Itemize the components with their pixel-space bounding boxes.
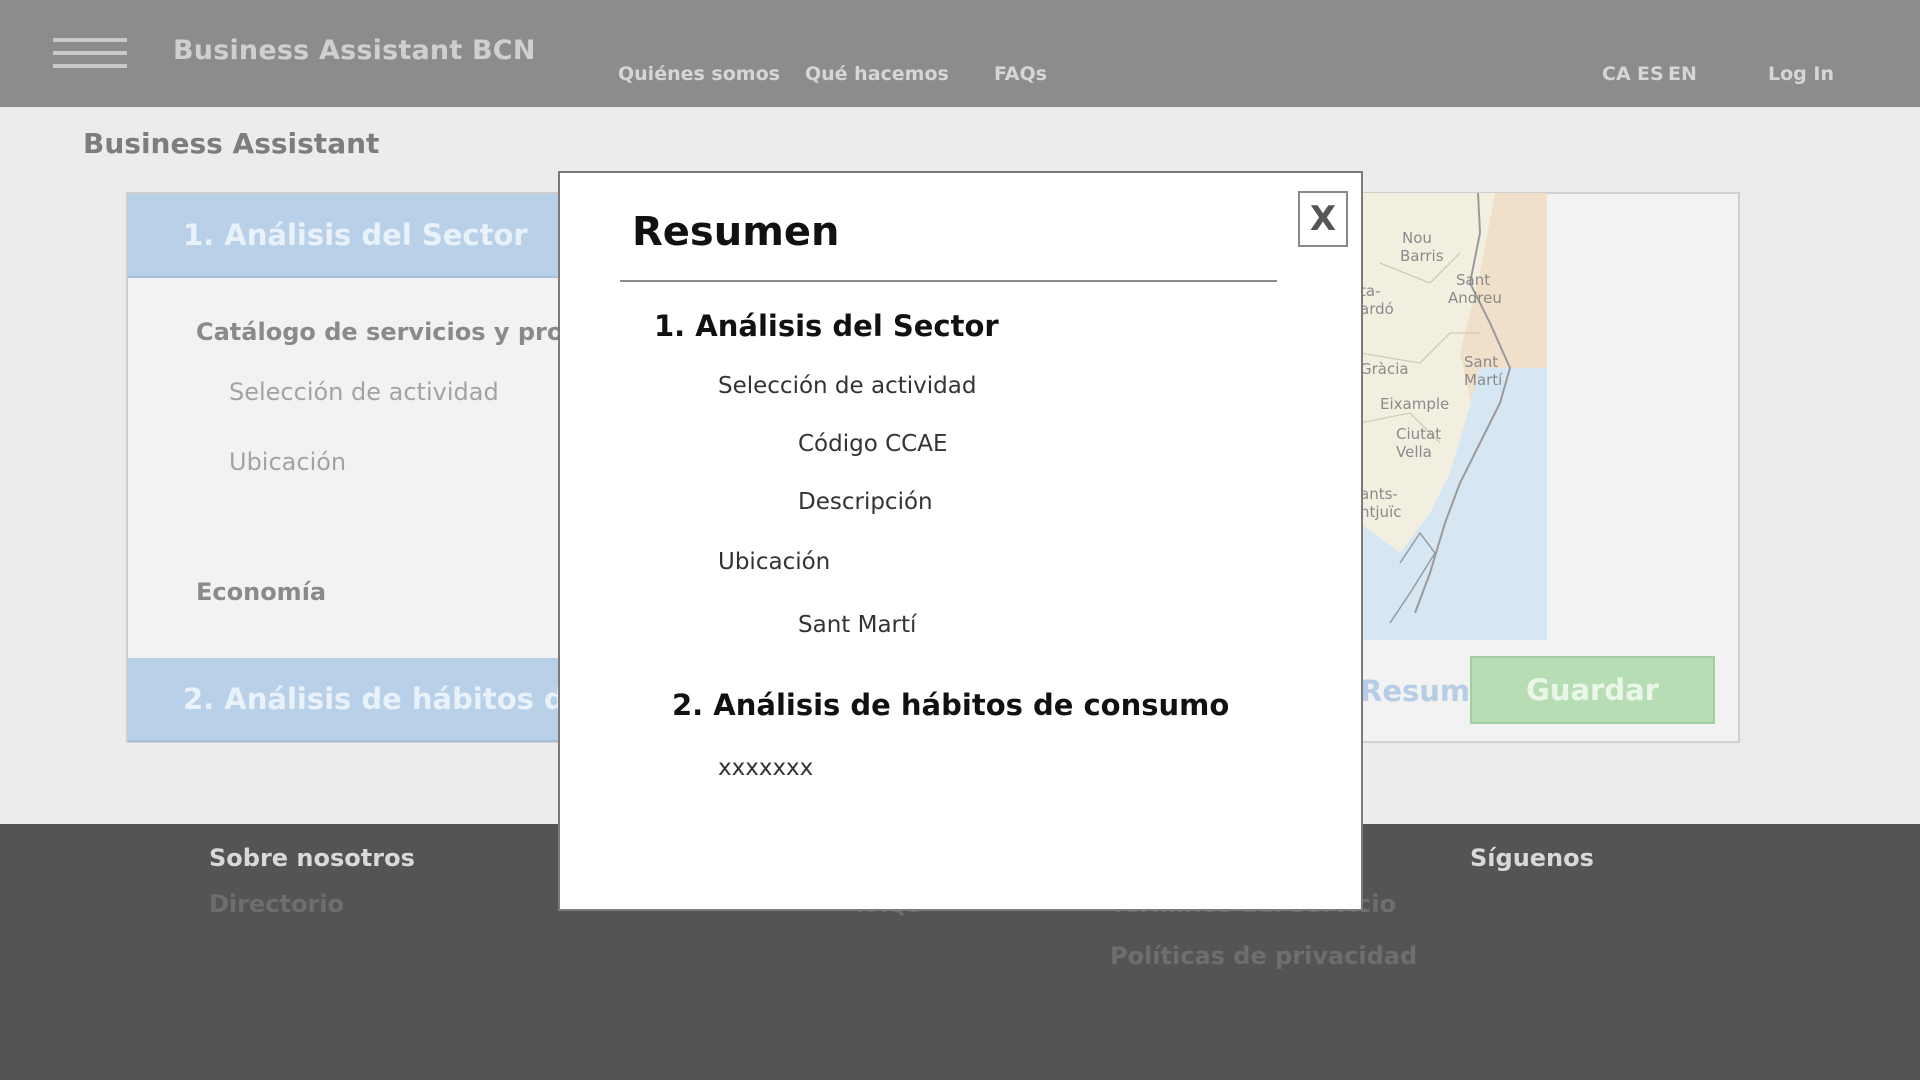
map-label: Sant bbox=[1464, 353, 1498, 371]
summary-location-label: Ubicación bbox=[718, 549, 831, 575]
lang-es[interactable]: ES bbox=[1637, 63, 1664, 85]
summary-modal: Resumen X 1. Análisis del Sector Selecci… bbox=[558, 171, 1363, 911]
item-seleccion-actividad[interactable]: Selección de actividad bbox=[229, 378, 499, 406]
map-label: Vella bbox=[1396, 443, 1432, 461]
map-label: Barris bbox=[1400, 247, 1444, 265]
summary-section-consumo: 2. Análisis de hábitos de consumo bbox=[672, 688, 1230, 722]
map-label: ardó bbox=[1360, 300, 1394, 318]
footer-title-sobre-nosotros: Sobre nosotros bbox=[209, 844, 415, 872]
nav-quienes-somos[interactable]: Quiénes somos bbox=[618, 63, 780, 85]
group-economia[interactable]: Economía bbox=[196, 578, 326, 606]
map-label: Eixample bbox=[1380, 395, 1449, 413]
item-ubicacion[interactable]: Ubicación bbox=[229, 448, 346, 476]
lang-en[interactable]: EN bbox=[1668, 63, 1697, 85]
map-label: Ciutat bbox=[1396, 425, 1441, 443]
login-link[interactable]: Log In bbox=[1768, 63, 1834, 85]
summary-activity-label: Selección de actividad bbox=[718, 373, 977, 399]
summary-section-sector: 1. Análisis del Sector bbox=[654, 309, 999, 343]
section-label-sector: 1. Análisis del Sector bbox=[183, 218, 528, 252]
close-icon[interactable]: X bbox=[1298, 191, 1348, 247]
map-label: Sant bbox=[1456, 271, 1490, 289]
nav-que-hacemos[interactable]: Qué hacemos bbox=[805, 63, 949, 85]
map-label: Nou bbox=[1402, 229, 1432, 247]
map-label: ntjuïc bbox=[1360, 503, 1401, 521]
summary-description-label: Descripción bbox=[798, 489, 933, 515]
nav-faqs[interactable]: FAQs bbox=[994, 63, 1047, 85]
page-title: Business Assistant bbox=[83, 127, 380, 160]
save-button[interactable]: Guardar bbox=[1470, 656, 1715, 724]
footer-title-siguenos: Síguenos bbox=[1470, 844, 1594, 872]
barcelona-map: Nou Barris Sant Andreu ta- ardó Gràcia S… bbox=[1360, 193, 1547, 640]
summary-ccae-label: Código CCAE bbox=[798, 431, 948, 457]
hamburger-menu-icon[interactable] bbox=[53, 38, 127, 70]
map-label: Martí bbox=[1464, 371, 1503, 389]
brand-title[interactable]: Business Assistant BCN bbox=[173, 35, 536, 66]
map-label: Gràcia bbox=[1360, 360, 1409, 378]
top-header: Business Assistant BCN Quiénes somos Qué… bbox=[0, 0, 1920, 107]
lang-ca[interactable]: CA bbox=[1602, 63, 1631, 85]
summary-consumo-value: xxxxxxx bbox=[718, 755, 814, 781]
map-label: ta- bbox=[1360, 282, 1381, 300]
modal-title: Resumen bbox=[632, 209, 840, 255]
map-label: Andreu bbox=[1448, 289, 1502, 307]
footer-link-directorio[interactable]: Directorio bbox=[209, 890, 344, 918]
summary-location-value: Sant Martí bbox=[798, 612, 917, 638]
modal-divider bbox=[620, 280, 1277, 282]
map-label: ants- bbox=[1360, 485, 1398, 503]
footer-link-privacidad[interactable]: Políticas de privacidad bbox=[1110, 942, 1417, 970]
